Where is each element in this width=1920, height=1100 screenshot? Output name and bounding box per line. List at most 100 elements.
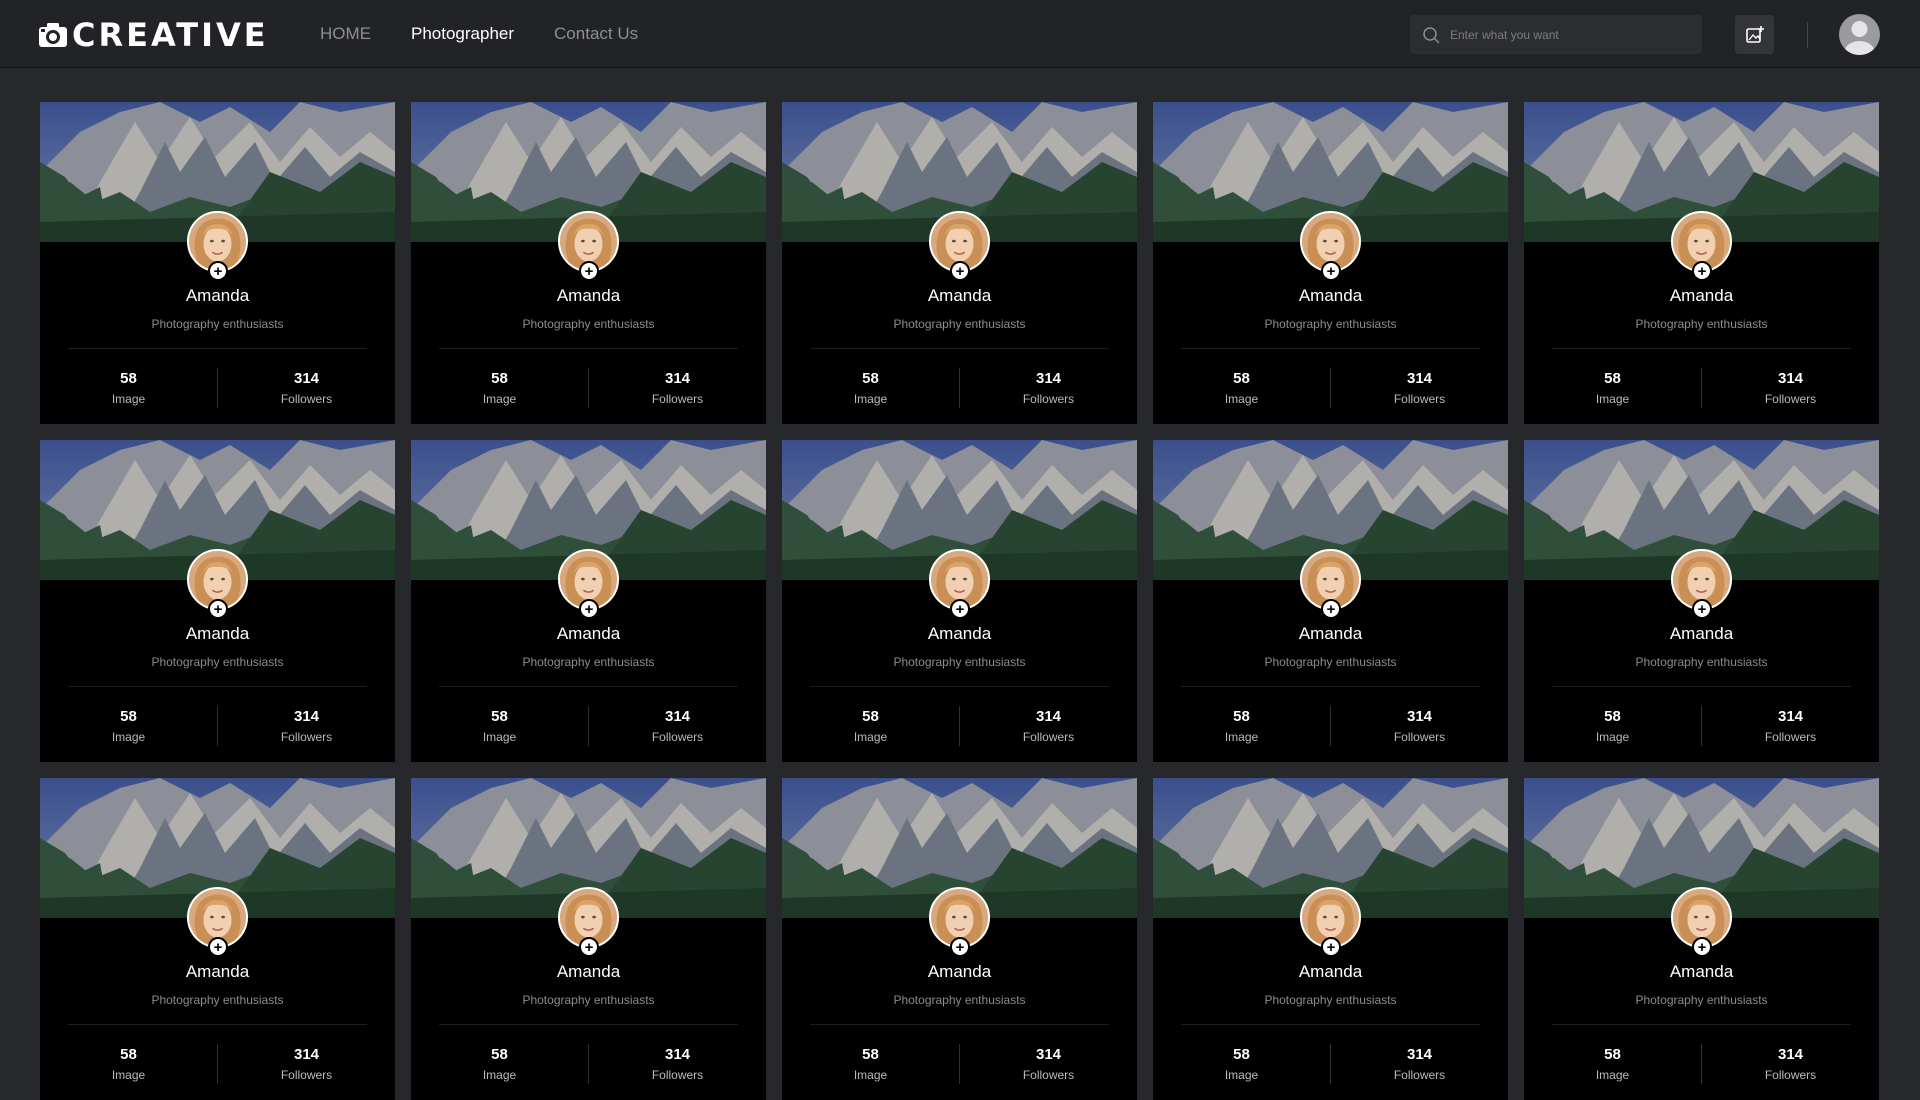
- images-stat[interactable]: 58 Image: [40, 1046, 217, 1082]
- profile-avatar[interactable]: +: [1300, 549, 1361, 619]
- profile-avatar[interactable]: +: [187, 887, 248, 957]
- card-divider: [439, 686, 738, 687]
- follow-plus-button[interactable]: +: [950, 599, 970, 619]
- images-stat[interactable]: 58 Image: [411, 370, 588, 406]
- profile-avatar[interactable]: +: [187, 549, 248, 619]
- followers-stat[interactable]: 314 Followers: [218, 1046, 395, 1082]
- photographer-subtitle: Photography enthusiasts: [893, 993, 1026, 1007]
- images-stat[interactable]: 58 Image: [1524, 1046, 1701, 1082]
- followers-stat[interactable]: 314 Followers: [1331, 370, 1508, 406]
- images-stat[interactable]: 58 Image: [411, 708, 588, 744]
- follow-plus-button[interactable]: +: [1321, 261, 1341, 281]
- photographer-card[interactable]: + Amanda Photography enthusiasts 58 Imag…: [411, 102, 766, 424]
- profile-avatar[interactable]: +: [929, 549, 990, 619]
- photographer-card[interactable]: + Amanda Photography enthusiasts 58 Imag…: [411, 778, 766, 1100]
- main-nav: HOME Photographer Contact Us: [320, 0, 638, 68]
- profile-avatar[interactable]: +: [558, 887, 619, 957]
- followers-stat[interactable]: 314 Followers: [589, 708, 766, 744]
- followers-stat[interactable]: 314 Followers: [1702, 1046, 1879, 1082]
- image-upload-button[interactable]: [1735, 15, 1774, 54]
- nav-photographer[interactable]: Photographer: [411, 24, 514, 44]
- images-stat[interactable]: 58 Image: [1153, 370, 1330, 406]
- followers-stat[interactable]: 314 Followers: [1702, 370, 1879, 406]
- photographer-card[interactable]: + Amanda Photography enthusiasts 58 Imag…: [782, 778, 1137, 1100]
- profile-avatar[interactable]: +: [1300, 887, 1361, 957]
- follow-plus-button[interactable]: +: [1692, 599, 1712, 619]
- follow-plus-button[interactable]: +: [950, 937, 970, 957]
- followers-stat[interactable]: 314 Followers: [1331, 708, 1508, 744]
- logo[interactable]: CREATIVE: [38, 18, 269, 52]
- follow-plus-button[interactable]: +: [1321, 599, 1341, 619]
- plus-icon: +: [1697, 262, 1707, 280]
- images-count: 58: [491, 708, 508, 725]
- follow-plus-button[interactable]: +: [1692, 937, 1712, 957]
- follow-plus-button[interactable]: +: [208, 599, 228, 619]
- followers-count: 314: [1777, 370, 1804, 387]
- plus-icon: +: [1697, 600, 1707, 618]
- followers-stat[interactable]: 314 Followers: [589, 370, 766, 406]
- photographer-card[interactable]: + Amanda Photography enthusiasts 58 Imag…: [782, 102, 1137, 424]
- followers-stat[interactable]: 314 Followers: [960, 708, 1137, 744]
- search-box[interactable]: [1410, 15, 1702, 54]
- follow-plus-button[interactable]: +: [1692, 261, 1712, 281]
- follow-plus-button[interactable]: +: [208, 261, 228, 281]
- search-input[interactable]: [1450, 27, 1690, 42]
- photographer-card[interactable]: + Amanda Photography enthusiasts 58 Imag…: [1153, 440, 1508, 762]
- follow-plus-button[interactable]: +: [579, 937, 599, 957]
- images-stat[interactable]: 58 Image: [782, 370, 959, 406]
- profile-avatar[interactable]: +: [929, 887, 990, 957]
- followers-stat[interactable]: 314 Followers: [218, 708, 395, 744]
- followers-stat[interactable]: 314 Followers: [960, 1046, 1137, 1082]
- photographer-card[interactable]: + Amanda Photography enthusiasts 58 Imag…: [1153, 778, 1508, 1100]
- followers-label: Followers: [1764, 392, 1817, 406]
- images-stat[interactable]: 58 Image: [40, 708, 217, 744]
- photographer-card[interactable]: + Amanda Photography enthusiasts 58 Imag…: [40, 440, 395, 762]
- profile-avatar[interactable]: +: [1671, 211, 1732, 281]
- followers-stat[interactable]: 314 Followers: [960, 370, 1137, 406]
- images-stat[interactable]: 58 Image: [782, 708, 959, 744]
- profile-avatar[interactable]: +: [558, 549, 619, 619]
- images-stat[interactable]: 58 Image: [40, 370, 217, 406]
- photographer-card[interactable]: + Amanda Photography enthusiasts 58 Imag…: [40, 778, 395, 1100]
- photographer-card[interactable]: + Amanda Photography enthusiasts 58 Imag…: [1524, 778, 1879, 1100]
- images-stat[interactable]: 58 Image: [1524, 370, 1701, 406]
- photographer-card[interactable]: + Amanda Photography enthusiasts 58 Imag…: [1524, 102, 1879, 424]
- followers-count: 314: [664, 1046, 691, 1063]
- follow-plus-button[interactable]: +: [208, 937, 228, 957]
- images-stat[interactable]: 58 Image: [411, 1046, 588, 1082]
- nav-home[interactable]: HOME: [320, 24, 371, 44]
- profile-avatar[interactable]: +: [1671, 887, 1732, 957]
- profile-avatar[interactable]: +: [558, 211, 619, 281]
- follow-plus-button[interactable]: +: [579, 261, 599, 281]
- follow-plus-button[interactable]: +: [1321, 937, 1341, 957]
- camera-logo-icon: [39, 23, 67, 47]
- followers-label: Followers: [280, 392, 333, 406]
- card-divider: [810, 1024, 1109, 1025]
- photographer-card[interactable]: + Amanda Photography enthusiasts 58 Imag…: [1524, 440, 1879, 762]
- images-stat[interactable]: 58 Image: [1524, 708, 1701, 744]
- user-avatar[interactable]: [1839, 14, 1880, 55]
- profile-avatar[interactable]: +: [929, 211, 990, 281]
- profile-avatar[interactable]: +: [1300, 211, 1361, 281]
- followers-count: 314: [1777, 1046, 1804, 1063]
- nav-contact-us[interactable]: Contact Us: [554, 24, 638, 44]
- follow-plus-button[interactable]: +: [579, 599, 599, 619]
- photographer-card[interactable]: + Amanda Photography enthusiasts 58 Imag…: [782, 440, 1137, 762]
- followers-stat[interactable]: 314 Followers: [1702, 708, 1879, 744]
- plus-icon: +: [955, 938, 965, 956]
- follow-plus-button[interactable]: +: [950, 261, 970, 281]
- followers-count: 314: [1035, 1046, 1062, 1063]
- photographer-card[interactable]: + Amanda Photography enthusiasts 58 Imag…: [40, 102, 395, 424]
- images-stat[interactable]: 58 Image: [1153, 708, 1330, 744]
- card-divider: [68, 348, 367, 349]
- followers-stat[interactable]: 314 Followers: [218, 370, 395, 406]
- followers-stat[interactable]: 314 Followers: [589, 1046, 766, 1082]
- profile-avatar[interactable]: +: [187, 211, 248, 281]
- images-label: Image: [1224, 392, 1259, 406]
- images-stat[interactable]: 58 Image: [782, 1046, 959, 1082]
- photographer-card[interactable]: + Amanda Photography enthusiasts 58 Imag…: [1153, 102, 1508, 424]
- followers-stat[interactable]: 314 Followers: [1331, 1046, 1508, 1082]
- profile-avatar[interactable]: +: [1671, 549, 1732, 619]
- photographer-card[interactable]: + Amanda Photography enthusiasts 58 Imag…: [411, 440, 766, 762]
- images-stat[interactable]: 58 Image: [1153, 1046, 1330, 1082]
